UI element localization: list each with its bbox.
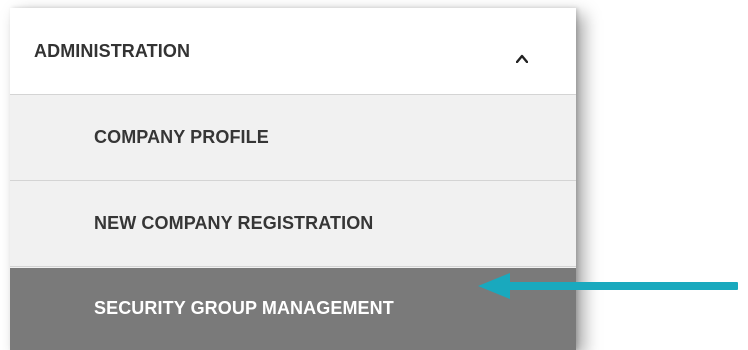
arrow-left-icon <box>478 273 738 299</box>
menu-item-label: NEW COMPANY REGISTRATION <box>94 213 374 233</box>
menu-item-new-company-registration[interactable]: NEW COMPANY REGISTRATION <box>10 181 576 267</box>
menu-item-label: SECURITY GROUP MANAGEMENT <box>94 298 394 318</box>
screenshot-stage: ADMINISTRATION COMPANY PROFILE NEW COMPA… <box>0 0 748 350</box>
menu-item-company-profile[interactable]: COMPANY PROFILE <box>10 95 576 181</box>
chevron-up-icon[interactable] <box>516 54 528 63</box>
administration-header-label: ADMINISTRATION <box>34 41 191 61</box>
administration-menu-header[interactable]: ADMINISTRATION <box>10 8 576 95</box>
menu-item-label: COMPANY PROFILE <box>94 127 269 147</box>
